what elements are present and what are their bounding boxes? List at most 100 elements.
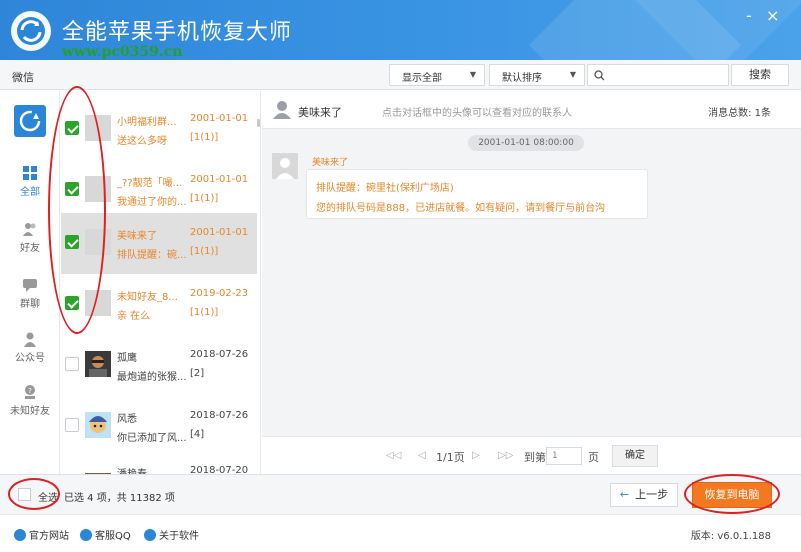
nav-item-label: 公众号 bbox=[15, 353, 45, 364]
chat-header: 美味来了 点击对话框中的头像可以查看对应的联系人 消息总数: 1条 bbox=[262, 91, 801, 129]
conversation-date: 2018-07-20 bbox=[190, 465, 249, 474]
message-sender: 美味来了 bbox=[312, 158, 349, 168]
conversation-date: 2019-02-23 bbox=[190, 288, 249, 299]
conversation-name: _??靓范「嘬... bbox=[117, 178, 183, 189]
conversation-preview: 排队提醒：碗... bbox=[117, 250, 187, 261]
first-page-button[interactable]: ◁◁ bbox=[386, 450, 401, 461]
item-checkbox[interactable] bbox=[65, 235, 79, 249]
list-item[interactable]: 潘艳春 2018-07-20 bbox=[61, 457, 257, 474]
watermark-text: www.pc0359.cn bbox=[62, 44, 183, 60]
group-chat-icon bbox=[23, 279, 37, 292]
conversation-name: 风悉 bbox=[117, 414, 137, 425]
prev-page-button[interactable]: ◁ bbox=[418, 450, 426, 461]
nav-item-group-chat[interactable]: 群聊 bbox=[0, 277, 60, 310]
svg-text:?: ? bbox=[28, 387, 32, 395]
sort-dropdown[interactable]: 默认排序 ▼ bbox=[489, 64, 585, 86]
message-count: [1(1)] bbox=[190, 246, 219, 257]
minimize-button[interactable]: - bbox=[746, 6, 752, 25]
list-item[interactable]: 风悉 2018-07-26 你已添加了风... [4] bbox=[61, 396, 257, 457]
conversation-preview: 我通过了你的... bbox=[117, 197, 187, 208]
item-checkbox[interactable] bbox=[65, 296, 79, 310]
nav-item-label: 群聊 bbox=[20, 299, 40, 310]
toolbar: 微信 显示全部 ▼ 默认排序 ▼ 搜索 bbox=[0, 60, 801, 90]
conversation-preview: 最炮道的张猴... bbox=[117, 372, 187, 383]
arrow-left-icon: ← bbox=[619, 488, 630, 501]
conversation-date: 2001-01-01 bbox=[190, 113, 249, 124]
search-box bbox=[587, 64, 729, 86]
list-item[interactable]: 小明福利群... 2001-01-01 送这么多呀 [1(1)] bbox=[61, 99, 257, 160]
list-item[interactable]: 美味来了 2001-01-01 排队提醒：碗... [1(1)] bbox=[61, 213, 257, 274]
version-label: 版本: v6.0.1.188 bbox=[690, 531, 771, 542]
pagination: ◁◁ ◁ 1/1页 ▷ ▷▷ 到第 1 页 确定 bbox=[262, 436, 801, 474]
conversation-name: 潘艳春 bbox=[117, 465, 189, 474]
refresh-icon bbox=[19, 110, 41, 132]
avatar bbox=[85, 351, 111, 377]
friends-icon bbox=[23, 223, 36, 236]
message-bubble: 排队提醒：碗里社(保利广场店) 您的排队号码是888，已进店就餐。如有疑问，请到… bbox=[306, 169, 648, 219]
conversation-preview: 送这么多呀 bbox=[117, 136, 167, 147]
page-number-input[interactable]: 1 bbox=[546, 447, 582, 465]
item-checkbox[interactable] bbox=[65, 121, 79, 135]
avatar bbox=[85, 115, 111, 141]
official-website-link[interactable]: 官方网站 bbox=[14, 527, 69, 542]
item-checkbox[interactable] bbox=[65, 418, 79, 432]
last-page-button[interactable]: ▷▷ bbox=[498, 450, 513, 461]
previous-step-label: 上一步 bbox=[635, 488, 669, 501]
selection-info: 已选 4 项，共 11382 项 bbox=[64, 493, 175, 504]
unknown-friend-icon: ? bbox=[25, 385, 35, 399]
next-page-button[interactable]: ▷ bbox=[472, 450, 480, 461]
category-sidebar: 全部 好友 群聊 公众号 ? 未知好友 bbox=[0, 91, 60, 474]
conversation-name: 孤鹰 bbox=[117, 353, 137, 364]
avatar bbox=[85, 176, 111, 202]
list-scrollbar[interactable] bbox=[257, 119, 260, 127]
message-line: 排队提醒：碗里社(保利广场店) bbox=[316, 183, 454, 194]
about-software-link[interactable]: 关于软件 bbox=[144, 527, 199, 542]
title-bar: 全能苹果手机恢复大师 www.pc0359.cn - × bbox=[0, 0, 801, 60]
chat-pane: 美味来了 点击对话框中的头像可以查看对应的联系人 消息总数: 1条 2001-0… bbox=[262, 91, 801, 474]
recover-to-computer-button[interactable]: 恢复到电脑 bbox=[692, 482, 772, 508]
nav-item-label: 好友 bbox=[20, 243, 40, 254]
goto-label: 到第 bbox=[524, 451, 546, 464]
footer: 官方网站 客服QQ 关于软件 版本: v6.0.1.188 bbox=[0, 514, 801, 552]
qq-icon bbox=[80, 529, 92, 541]
confirm-page-button[interactable]: 确定 bbox=[612, 445, 658, 467]
message-line: 您的排队号码是888，已进店就餐。如有疑问，请到餐厅与前台沟 bbox=[316, 203, 606, 214]
avatar[interactable] bbox=[272, 153, 298, 179]
nav-item-official-account[interactable]: 公众号 bbox=[0, 331, 60, 364]
close-button[interactable]: × bbox=[766, 6, 779, 25]
app-title: 全能苹果手机恢复大师 bbox=[62, 20, 293, 45]
item-checkbox[interactable] bbox=[65, 182, 79, 196]
nav-item-friends[interactable]: 好友 bbox=[0, 221, 60, 254]
filter-dropdown[interactable]: 显示全部 ▼ bbox=[389, 64, 485, 86]
list-item[interactable]: _??靓范「嘬... 2001-01-01 我通过了你的... [1(1)] bbox=[61, 160, 257, 221]
contact-avatar-icon[interactable] bbox=[272, 99, 292, 119]
filter-dropdown-label: 显示全部 bbox=[402, 73, 442, 84]
select-all-checkbox[interactable] bbox=[18, 488, 31, 501]
message-total: 消息总数: 1条 bbox=[708, 108, 771, 119]
conversation-date: 2001-01-01 bbox=[190, 174, 249, 185]
wechat-app-icon[interactable] bbox=[14, 105, 46, 137]
select-all-label[interactable]: 全选 bbox=[38, 489, 58, 504]
conversation-date: 2001-01-01 bbox=[190, 227, 249, 238]
nav-item-all[interactable]: 全部 bbox=[0, 165, 60, 198]
nav-item-unknown-friend[interactable]: ? 未知好友 bbox=[0, 384, 60, 417]
nav-item-label: 全部 bbox=[20, 187, 40, 198]
search-input[interactable] bbox=[610, 67, 720, 83]
search-button[interactable]: 搜索 bbox=[731, 64, 789, 86]
conversation-name: 小明福利群... bbox=[117, 117, 177, 128]
message-count: [1(1)] bbox=[190, 132, 219, 143]
avatar bbox=[85, 290, 111, 316]
avatar bbox=[85, 229, 111, 255]
message-count: [4] bbox=[190, 429, 205, 440]
list-item[interactable]: 未知好友_8... 2019-02-23 亲 在么 [1(1)] bbox=[61, 274, 257, 335]
avatar bbox=[85, 412, 111, 438]
grid-icon bbox=[23, 166, 37, 180]
support-qq-link[interactable]: 客服QQ bbox=[80, 527, 131, 542]
previous-step-button[interactable]: ← 上一步 bbox=[610, 483, 678, 507]
list-item[interactable]: 孤鹰 2018-07-26 最炮道的张猴... [2] bbox=[61, 335, 257, 396]
chevron-down-icon: ▼ bbox=[569, 70, 576, 79]
item-checkbox[interactable] bbox=[65, 357, 79, 371]
conversation-preview: 亲 在么 bbox=[117, 311, 151, 322]
conversation-name: 美味来了 bbox=[117, 231, 157, 242]
footer-link-label: 关于软件 bbox=[159, 531, 199, 542]
